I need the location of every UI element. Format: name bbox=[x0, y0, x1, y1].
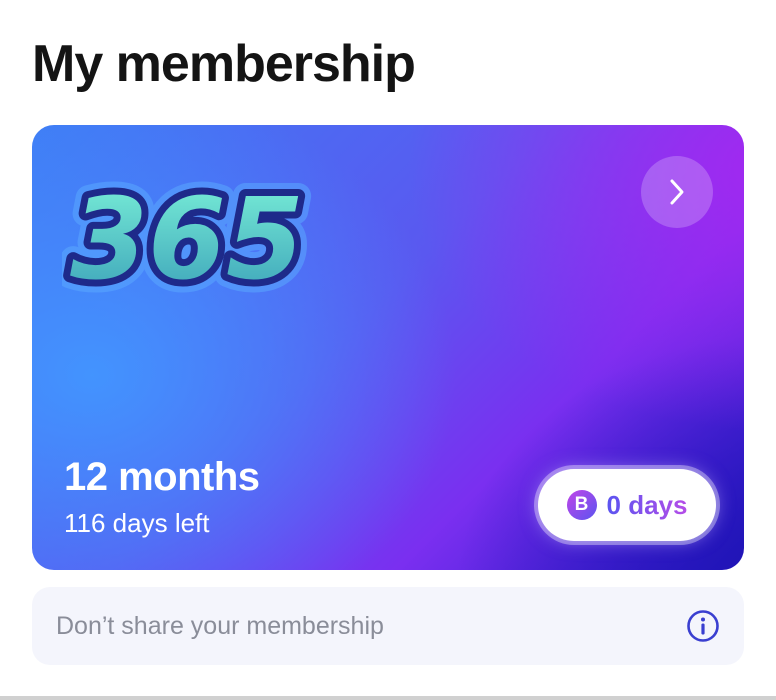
bonus-icon: B bbox=[566, 490, 597, 520]
membership-card[interactable]: 365 365 365 12 months 116 days left B 0 … bbox=[32, 125, 744, 570]
plan-name: 12 months bbox=[64, 455, 260, 499]
bonus-days-label: 0 days bbox=[606, 489, 688, 520]
info-button[interactable] bbox=[686, 609, 720, 643]
card-next-button[interactable] bbox=[641, 156, 713, 228]
bonus-days-button[interactable]: B 0 days bbox=[538, 469, 716, 541]
svg-text:365: 365 bbox=[70, 175, 304, 305]
share-notice-text: Don’t share your membership bbox=[56, 611, 384, 640]
page-title: My membership bbox=[32, 35, 416, 93]
share-notice: Don’t share your membership bbox=[32, 587, 744, 665]
days-left: 116 days left bbox=[64, 508, 210, 538]
info-icon bbox=[687, 610, 719, 642]
logo-365: 365 365 365 bbox=[62, 162, 312, 318]
bottom-divider bbox=[0, 696, 776, 700]
chevron-right-icon bbox=[670, 179, 684, 205]
